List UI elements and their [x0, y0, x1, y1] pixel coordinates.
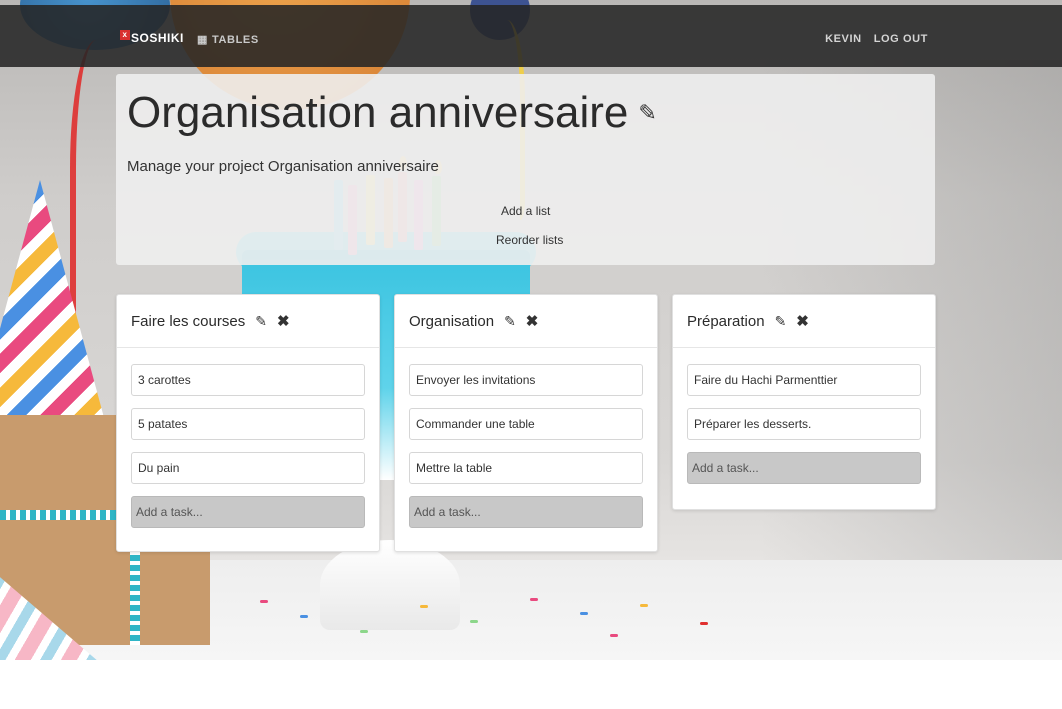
- list-title: Préparation: [687, 312, 765, 330]
- list-card: Faire les courses ✎ ✖ 3 carottes 5 patat…: [116, 294, 380, 552]
- sprinkle: [470, 620, 478, 623]
- brand-name: SOSHIKI: [131, 31, 184, 45]
- sprinkle: [610, 634, 618, 637]
- top-navbar: x SOSHIKI ▦ TABLES KEVIN LOG OUT: [0, 5, 1062, 67]
- nav-user-menu: KEVIN LOG OUT: [825, 33, 928, 45]
- task-item[interactable]: Du pain: [131, 452, 365, 484]
- sprinkle: [420, 605, 428, 608]
- sprinkle: [700, 622, 708, 625]
- logo-icon: x: [120, 30, 130, 40]
- sprinkle: [260, 600, 268, 603]
- project-subtitle: Manage your project Organisation anniver…: [127, 158, 439, 175]
- sprinkle: [360, 630, 368, 633]
- list-body: Faire du Hachi Parmenttier Préparer les …: [673, 348, 935, 498]
- edit-icon[interactable]: ✎: [255, 313, 267, 330]
- list-title: Faire les courses: [131, 312, 246, 330]
- list-header: Organisation ✎ ✖: [395, 295, 657, 348]
- add-task-input[interactable]: Add a task...: [409, 496, 643, 528]
- sprinkle: [580, 612, 588, 615]
- page-title: Organisation anniversaire ✎: [127, 88, 657, 138]
- brand-logo[interactable]: x SOSHIKI: [120, 30, 184, 45]
- close-icon[interactable]: ✖: [277, 312, 290, 330]
- list-card: Organisation ✎ ✖ Envoyer les invitations…: [394, 294, 658, 552]
- nav-tables-link[interactable]: ▦ TABLES: [197, 33, 259, 47]
- sprinkle: [530, 598, 538, 601]
- list-card: Préparation ✎ ✖ Faire du Hachi Parmentti…: [672, 294, 936, 510]
- add-task-input[interactable]: Add a task...: [131, 496, 365, 528]
- task-item[interactable]: 3 carottes: [131, 364, 365, 396]
- list-body: Envoyer les invitations Commander une ta…: [395, 348, 657, 542]
- project-title: Organisation anniversaire: [127, 88, 629, 137]
- task-item[interactable]: Mettre la table: [409, 452, 643, 484]
- logout-link[interactable]: LOG OUT: [874, 33, 928, 45]
- sprinkle: [300, 615, 308, 618]
- nav-tables-label: TABLES: [212, 33, 259, 46]
- project-header: Organisation anniversaire ✎ Manage your …: [116, 74, 935, 265]
- sprinkle: [640, 604, 648, 607]
- reorder-lists-link[interactable]: Reorder lists: [496, 233, 563, 247]
- close-icon[interactable]: ✖: [796, 312, 809, 330]
- close-icon[interactable]: ✖: [526, 312, 539, 330]
- cake-stand: [320, 540, 460, 630]
- add-task-input[interactable]: Add a task...: [687, 452, 921, 484]
- list-title: Organisation: [409, 312, 495, 330]
- task-item[interactable]: Commander une table: [409, 408, 643, 440]
- task-item[interactable]: Envoyer les invitations: [409, 364, 643, 396]
- task-item[interactable]: Préparer les desserts.: [687, 408, 921, 440]
- list-header: Préparation ✎ ✖: [673, 295, 935, 348]
- edit-icon[interactable]: ✎: [775, 313, 787, 330]
- edit-icon[interactable]: ✎: [504, 313, 516, 330]
- list-header: Faire les courses ✎ ✖: [117, 295, 379, 348]
- task-item[interactable]: 5 patates: [131, 408, 365, 440]
- add-list-link[interactable]: Add a list: [501, 204, 550, 218]
- task-item[interactable]: Faire du Hachi Parmenttier: [687, 364, 921, 396]
- grid-icon: ▦: [197, 34, 208, 46]
- edit-icon[interactable]: ✎: [638, 100, 656, 126]
- list-body: 3 carottes 5 patates Du pain Add a task.…: [117, 348, 379, 542]
- user-name-link[interactable]: KEVIN: [825, 33, 862, 45]
